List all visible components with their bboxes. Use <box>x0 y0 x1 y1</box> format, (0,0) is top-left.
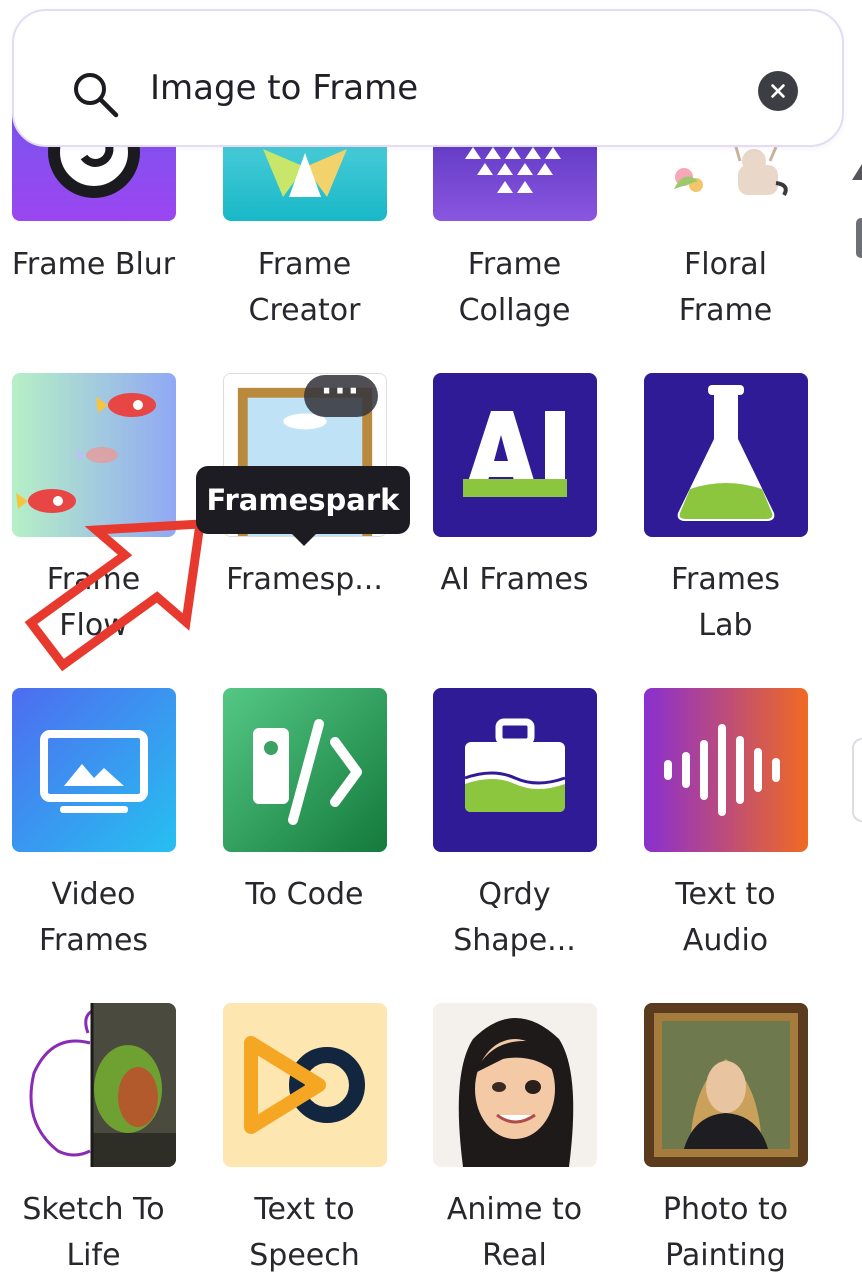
app-label-to-code: To Code <box>245 877 364 912</box>
app-tile-qrdy-shape[interactable] <box>433 688 597 852</box>
app-label-text-to-speech: Text to Speech <box>249 1192 360 1273</box>
app-label-frame-collage: Frame Collage <box>458 247 571 328</box>
app-tile-frames-lab[interactable] <box>644 373 808 537</box>
app-label-qrdy-shape: Qrdy Shape... <box>453 877 576 958</box>
app-label-photo-to-painting: Photo to Painting <box>662 1192 789 1273</box>
app-label-anime-to-real: Anime to Real <box>446 1192 583 1273</box>
scroll-up-arrow-icon[interactable] <box>852 162 862 184</box>
app-tile-text-to-audio[interactable] <box>644 688 808 852</box>
clear-search-button[interactable] <box>758 71 798 111</box>
app-tile-frame-flow[interactable] <box>12 373 176 537</box>
tooltip-tail <box>290 532 318 546</box>
app-label-frame-flow: Frame Flow <box>46 562 141 643</box>
side-panel-handle[interactable] <box>852 738 862 822</box>
app-label-frame-blur: Frame Blur <box>11 247 176 282</box>
scrollbar-thumb[interactable] <box>856 218 862 258</box>
search-input[interactable]: Image to Frame <box>150 66 418 110</box>
app-tile-anime-to-real[interactable] <box>433 1003 597 1167</box>
app-label-framespark: Framesp... <box>226 562 383 597</box>
app-label-floral-frame: Floral Frame <box>678 247 773 328</box>
app-label-ai-frames: AI Frames <box>440 562 589 597</box>
app-tile-photo-to-painting[interactable] <box>644 1003 808 1167</box>
app-tile-to-code[interactable] <box>223 688 387 852</box>
app-label-text-to-audio: Text to Audio <box>675 877 776 958</box>
app-tile-sketch-to-life[interactable] <box>12 1003 176 1167</box>
more-options-button[interactable]: ··· <box>304 375 378 417</box>
app-tile-video-frames[interactable] <box>12 688 176 852</box>
app-label-frames-lab: Frames Lab <box>670 562 781 643</box>
tooltip-framespark: Framespark <box>196 466 410 534</box>
app-label-frame-creator: Frame Creator <box>248 247 361 328</box>
search-bar[interactable]: Image to Frame <box>12 9 844 147</box>
app-tile-text-to-speech[interactable] <box>223 1003 387 1167</box>
search-icon <box>70 69 120 119</box>
close-icon <box>771 84 785 98</box>
app-label-sketch-to-life: Sketch To Life <box>22 1192 165 1273</box>
app-tile-ai-frames[interactable] <box>433 373 597 537</box>
app-label-video-frames: Video Frames <box>38 877 149 958</box>
